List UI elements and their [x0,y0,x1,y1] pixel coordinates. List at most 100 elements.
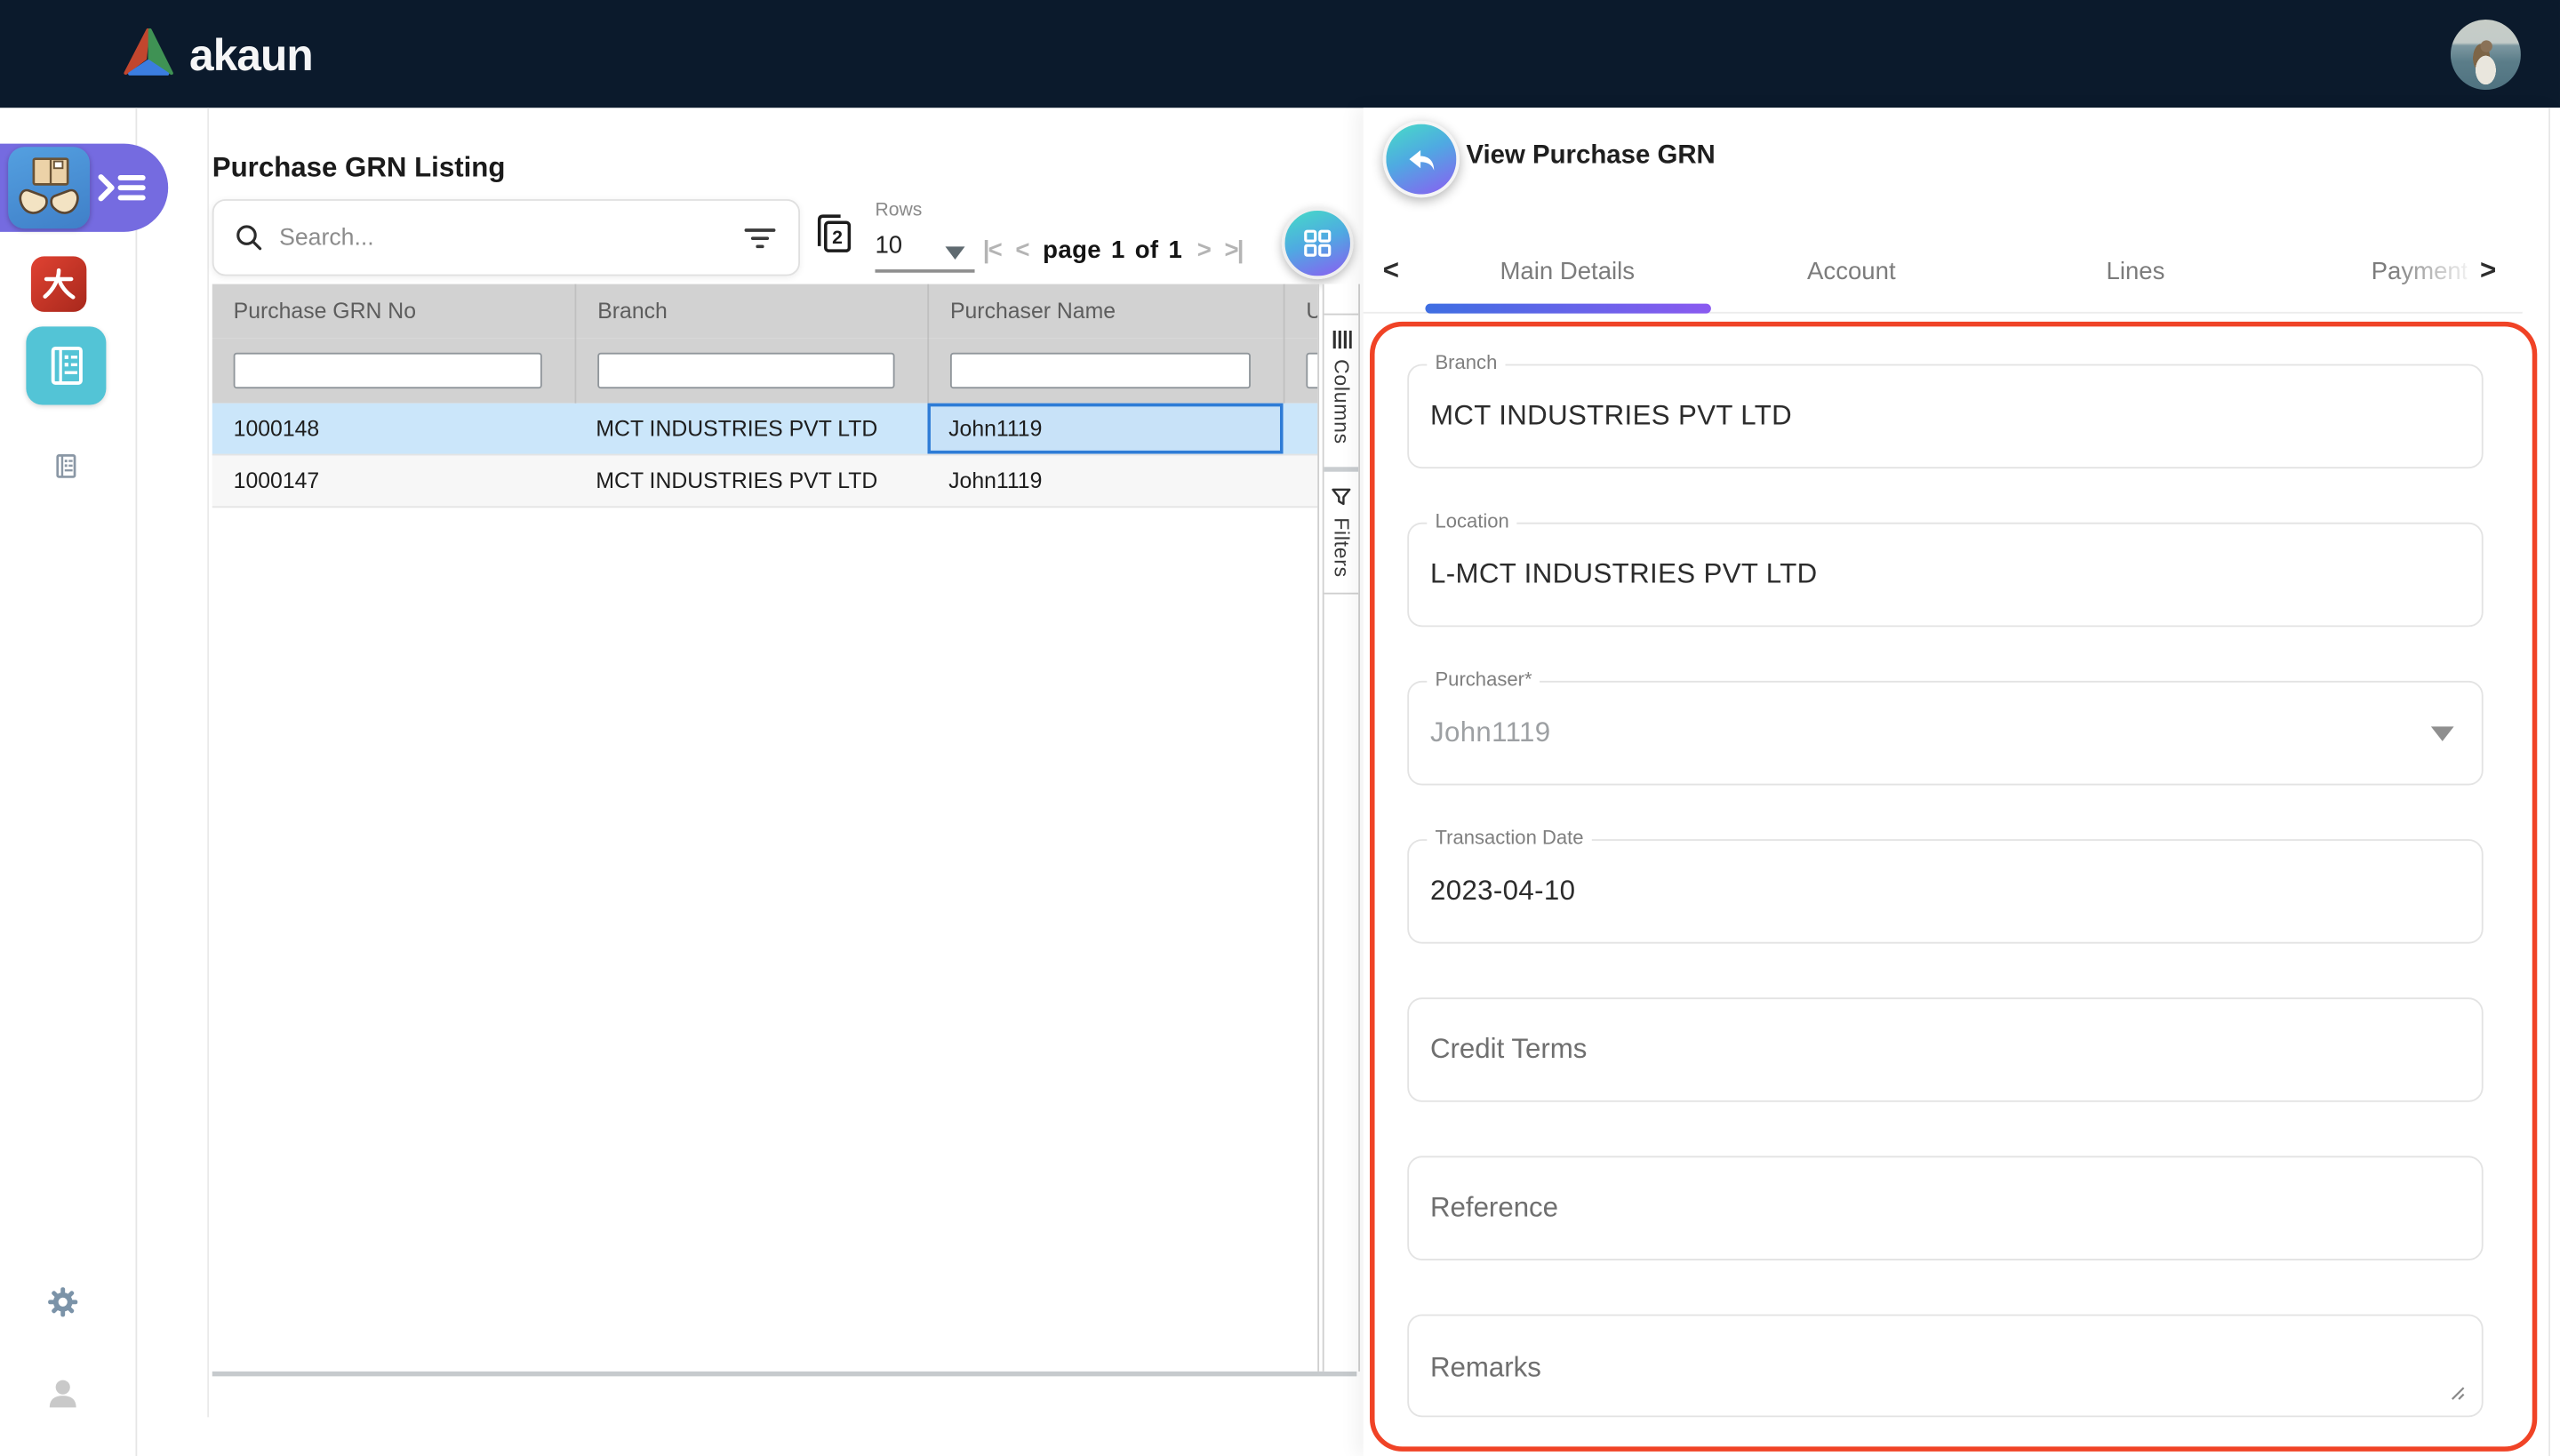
funnel-icon [1331,486,1352,508]
field-placeholder: Remarks [1430,1352,1541,1385]
table-right-border [1317,284,1319,1372]
cell-branch[interactable]: MCT INDUSTRIES PVT LTD [575,455,928,506]
field-value: John1119 [1430,716,1550,749]
field-branch[interactable]: Branch MCT INDUSTRIES PVT LTD [1407,364,2483,469]
search-input[interactable] [276,223,744,252]
filter-input-updated[interactable] [1306,353,1317,388]
rows-dropdown-caret-icon[interactable] [945,246,964,260]
rows-per-page-label: Rows [875,201,922,220]
field-credit-terms[interactable]: Credit Terms [1407,997,2483,1102]
columns-icon [1332,330,1351,349]
field-location[interactable]: Location L-MCT INDUSTRIES PVT LTD [1407,523,2483,628]
tabs-scroll-right-button[interactable]: > [2480,255,2496,288]
field-transaction-date[interactable]: Transaction Date 2023-04-10 [1407,839,2483,944]
active-tab-underline [1425,304,1710,314]
back-button[interactable] [1383,121,1460,197]
akaun-triangle-logo-icon [121,25,176,89]
detail-panel: View Purchase GRN < Main Details Account… [1364,108,2560,1456]
filters-side-tab[interactable]: Filters [1324,472,1359,595]
search-box [212,199,800,276]
grn-table: Purchase GRN No Branch Purchaser Name Up… [212,284,1317,508]
duplicate-pages-button[interactable]: 2 [812,209,856,266]
of-word: of [1135,236,1159,263]
tab-lines[interactable]: Lines [1994,236,2278,305]
svg-text:2: 2 [832,227,843,248]
textarea-resize-handle-icon[interactable] [2451,1380,2466,1409]
app-window: akaun [0,0,2560,1456]
cell-updated[interactable] [1284,404,1318,454]
sidebar-item-listing-app-active[interactable] [26,326,106,404]
column-header-branch[interactable]: Branch [575,284,928,339]
gear-icon [47,1286,78,1317]
person-icon [45,1376,80,1411]
search-icon [235,224,262,252]
brand-logo: akaun [121,25,313,89]
pagination: |< < page 1 of 1 > >| [983,234,1243,267]
last-page-button[interactable]: >| [1224,236,1242,263]
field-value: MCT INDUSTRIES PVT LTD [1430,400,1792,433]
sidebar-item-da-app[interactable] [31,256,86,311]
dropdown-caret-icon[interactable] [2431,726,2454,741]
cell-purchaser-selected[interactable]: John1119 [927,404,1283,454]
column-header-grn-no[interactable]: Purchase GRN No [212,284,575,339]
field-value: 2023-04-10 [1430,875,1575,908]
field-purchaser[interactable]: Purchaser* John1119 [1407,681,2483,786]
panel-scrollbar-track[interactable] [2548,108,2550,1456]
table-side-tabs: Columns Filters [1323,284,1360,1372]
total-pages: 1 [1168,236,1182,263]
sidebar-item-goods-receipt-app[interactable] [8,147,90,228]
columns-side-tab-label: Columns [1330,359,1353,444]
user-avatar[interactable] [2451,20,2521,90]
filter-input-branch[interactable] [597,353,894,388]
table-filter-row [212,338,1317,403]
field-placeholder: Reference [1430,1192,1558,1225]
field-label: Location [1427,509,1517,532]
page-word: page [1043,236,1101,263]
tab-payment[interactable]: Payment [2277,236,2467,305]
cell-grn-no[interactable]: 1000147 [212,455,575,506]
page-title: Purchase GRN Listing [212,152,506,185]
next-page-button[interactable]: > [1197,236,1210,263]
filters-side-tab-label: Filters [1330,517,1353,578]
cell-branch[interactable]: MCT INDUSTRIES PVT LTD [575,404,928,454]
cell-grn-no[interactable]: 1000148 [212,404,575,454]
field-label: Branch [1427,351,1505,374]
form-listing-icon [38,338,93,393]
detail-title: View Purchase GRN [1466,142,1715,172]
top-bar: akaun [0,0,2560,108]
table-row[interactable]: 1000148 MCT INDUSTRIES PVT LTD John1119 [212,404,1317,456]
side-tabs-spacer [1324,284,1359,316]
tab-main-details[interactable]: Main Details [1425,236,1709,305]
sidebar-item-listing-inactive[interactable] [49,449,84,492]
field-value: L-MCT INDUSTRIES PVT LTD [1430,558,1818,591]
table-row[interactable]: 1000147 MCT INDUSTRIES PVT LTD John1119 [212,455,1317,508]
field-remarks[interactable]: Remarks [1407,1315,2483,1418]
rows-per-page-value[interactable]: 10 [875,232,902,260]
cell-purchaser[interactable]: John1119 [927,455,1283,506]
tab-account[interactable]: Account [1709,236,1994,305]
filter-input-purchaser-name[interactable] [950,353,1251,388]
back-arrow-icon [1404,141,1439,177]
field-reference[interactable]: Reference [1407,1156,2483,1260]
page-indicator: page 1 of 1 [1043,236,1182,263]
da-character-icon [37,263,80,306]
column-header-purchaser-name[interactable]: Purchaser Name [927,284,1283,339]
column-header-updated[interactable]: Up [1284,284,1318,339]
filter-list-icon[interactable] [745,228,776,247]
cell-updated[interactable] [1284,455,1318,506]
columns-side-tab[interactable]: Columns [1324,315,1359,471]
field-label: Transaction Date [1427,826,1591,849]
previous-page-button[interactable]: < [1015,236,1028,263]
settings-button[interactable] [47,1286,78,1325]
profile-button[interactable] [45,1376,80,1419]
tabs-scroll-left-button[interactable]: < [1383,255,1399,288]
grid-view-button[interactable] [1282,207,1354,279]
current-page-number: 1 [1111,236,1125,263]
field-label: Purchaser* [1427,668,1540,691]
filter-input-grn-no[interactable] [234,353,542,388]
form-listing-gray-icon [49,449,84,484]
table-horizontal-scrollbar[interactable] [212,1372,1357,1377]
hands-holding-box-icon [8,147,90,228]
expand-menu-icon [96,168,148,207]
first-page-button[interactable]: |< [983,236,1001,263]
